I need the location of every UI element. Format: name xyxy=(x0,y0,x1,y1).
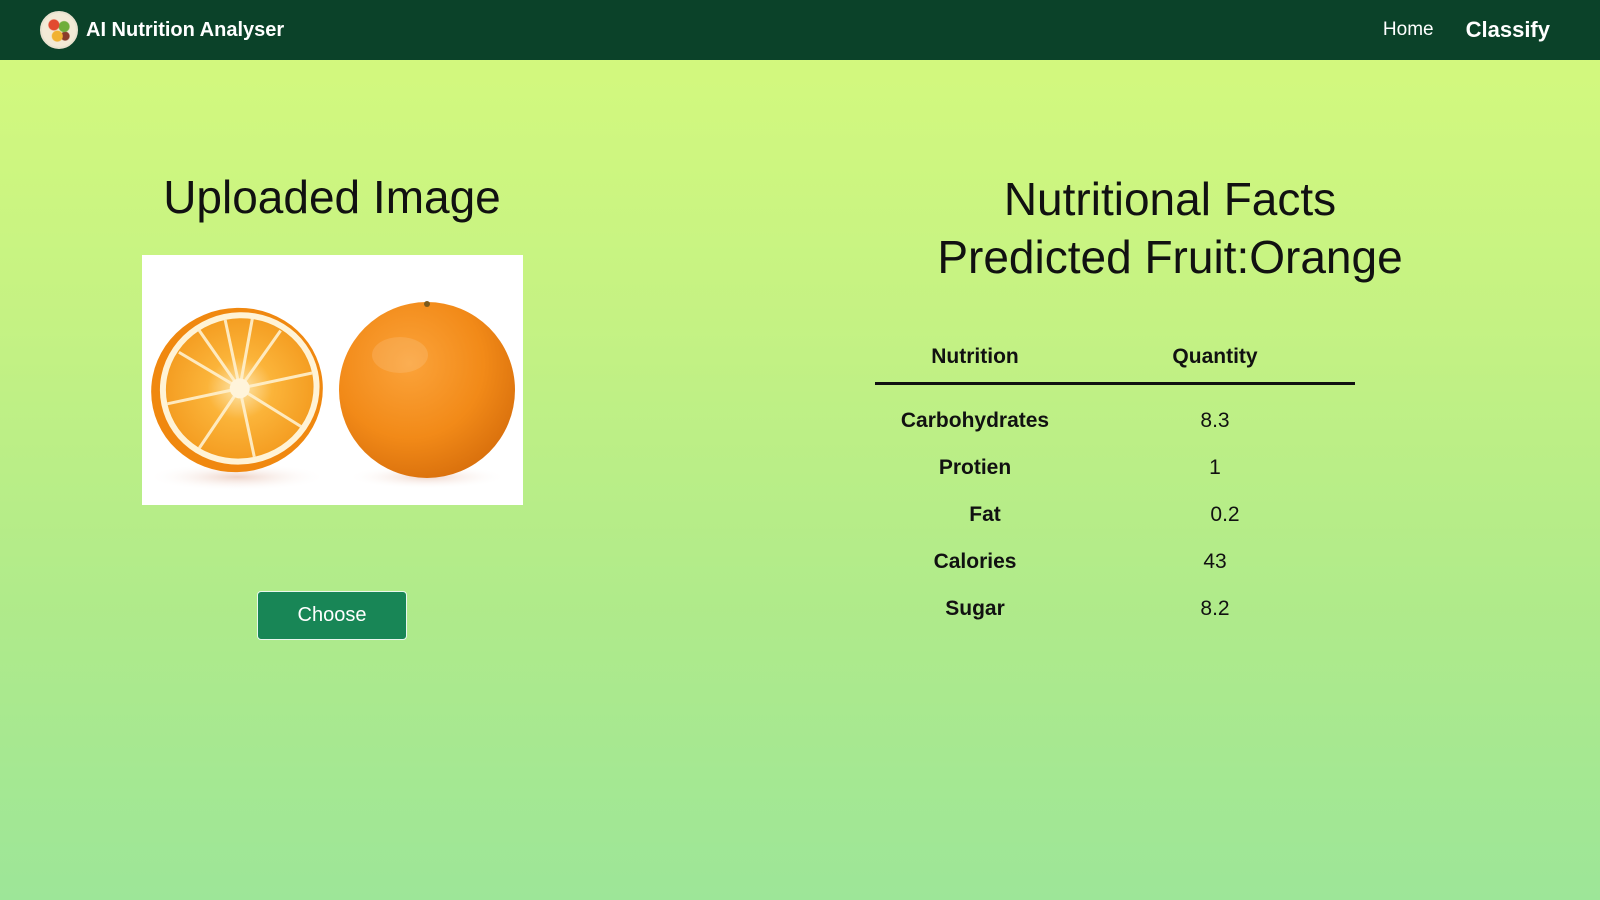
nutrient-name: Fat xyxy=(969,502,1001,526)
brand-name: AI Nutrition Analyser xyxy=(86,18,285,41)
nutrient-name: Sugar xyxy=(945,596,1005,620)
nutrient-name: Calories xyxy=(933,549,1017,573)
nutrient-name: Carbohydrates xyxy=(900,408,1050,432)
uploaded-image xyxy=(142,255,523,505)
column-header-nutrition: Nutrition xyxy=(875,332,1075,385)
orange-image xyxy=(142,255,523,505)
table-header-row: Nutrition Quantity xyxy=(875,332,1355,385)
table-row: Calories 43 xyxy=(875,538,1355,585)
table-row: Sugar 8.2 xyxy=(875,585,1355,632)
nav-home-link[interactable]: Home xyxy=(1383,19,1434,41)
nav-classify-link[interactable]: Classify xyxy=(1466,17,1550,43)
nutrient-quantity: 8.2 xyxy=(1200,596,1230,620)
table-row: Protien 1 xyxy=(875,444,1355,491)
nutritional-facts-title: Nutritional Facts xyxy=(1003,173,1337,225)
brand[interactable]: AI Nutrition Analyser xyxy=(40,11,284,49)
table-row: Carbohydrates 8.3 xyxy=(875,384,1355,445)
nutrient-name: Protien xyxy=(938,455,1012,479)
nutrient-quantity: 1 xyxy=(1209,455,1221,479)
app-logo-icon xyxy=(40,11,78,49)
column-header-quantity: Quantity xyxy=(1075,332,1355,385)
nav-links: Home Classify xyxy=(1383,17,1560,43)
uploaded-image-title: Uploaded Image xyxy=(163,171,501,223)
predicted-fruit-label: Predicted Fruit:Orange xyxy=(937,231,1403,283)
nutrient-quantity: 0.2 xyxy=(1210,502,1240,526)
choose-button[interactable]: Choose xyxy=(257,591,407,640)
facts-heading: Nutritional Facts Predicted Fruit:Orange xyxy=(870,170,1470,286)
nutrition-table: Nutrition Quantity Carbohydrates 8.3 Pro… xyxy=(875,332,1355,632)
top-navbar: AI Nutrition Analyser Home Classify xyxy=(0,0,1600,60)
nutrient-quantity: 8.3 xyxy=(1200,408,1230,432)
nutrient-quantity: 43 xyxy=(1203,549,1227,573)
table-row: Fat 0.2 xyxy=(875,491,1355,538)
